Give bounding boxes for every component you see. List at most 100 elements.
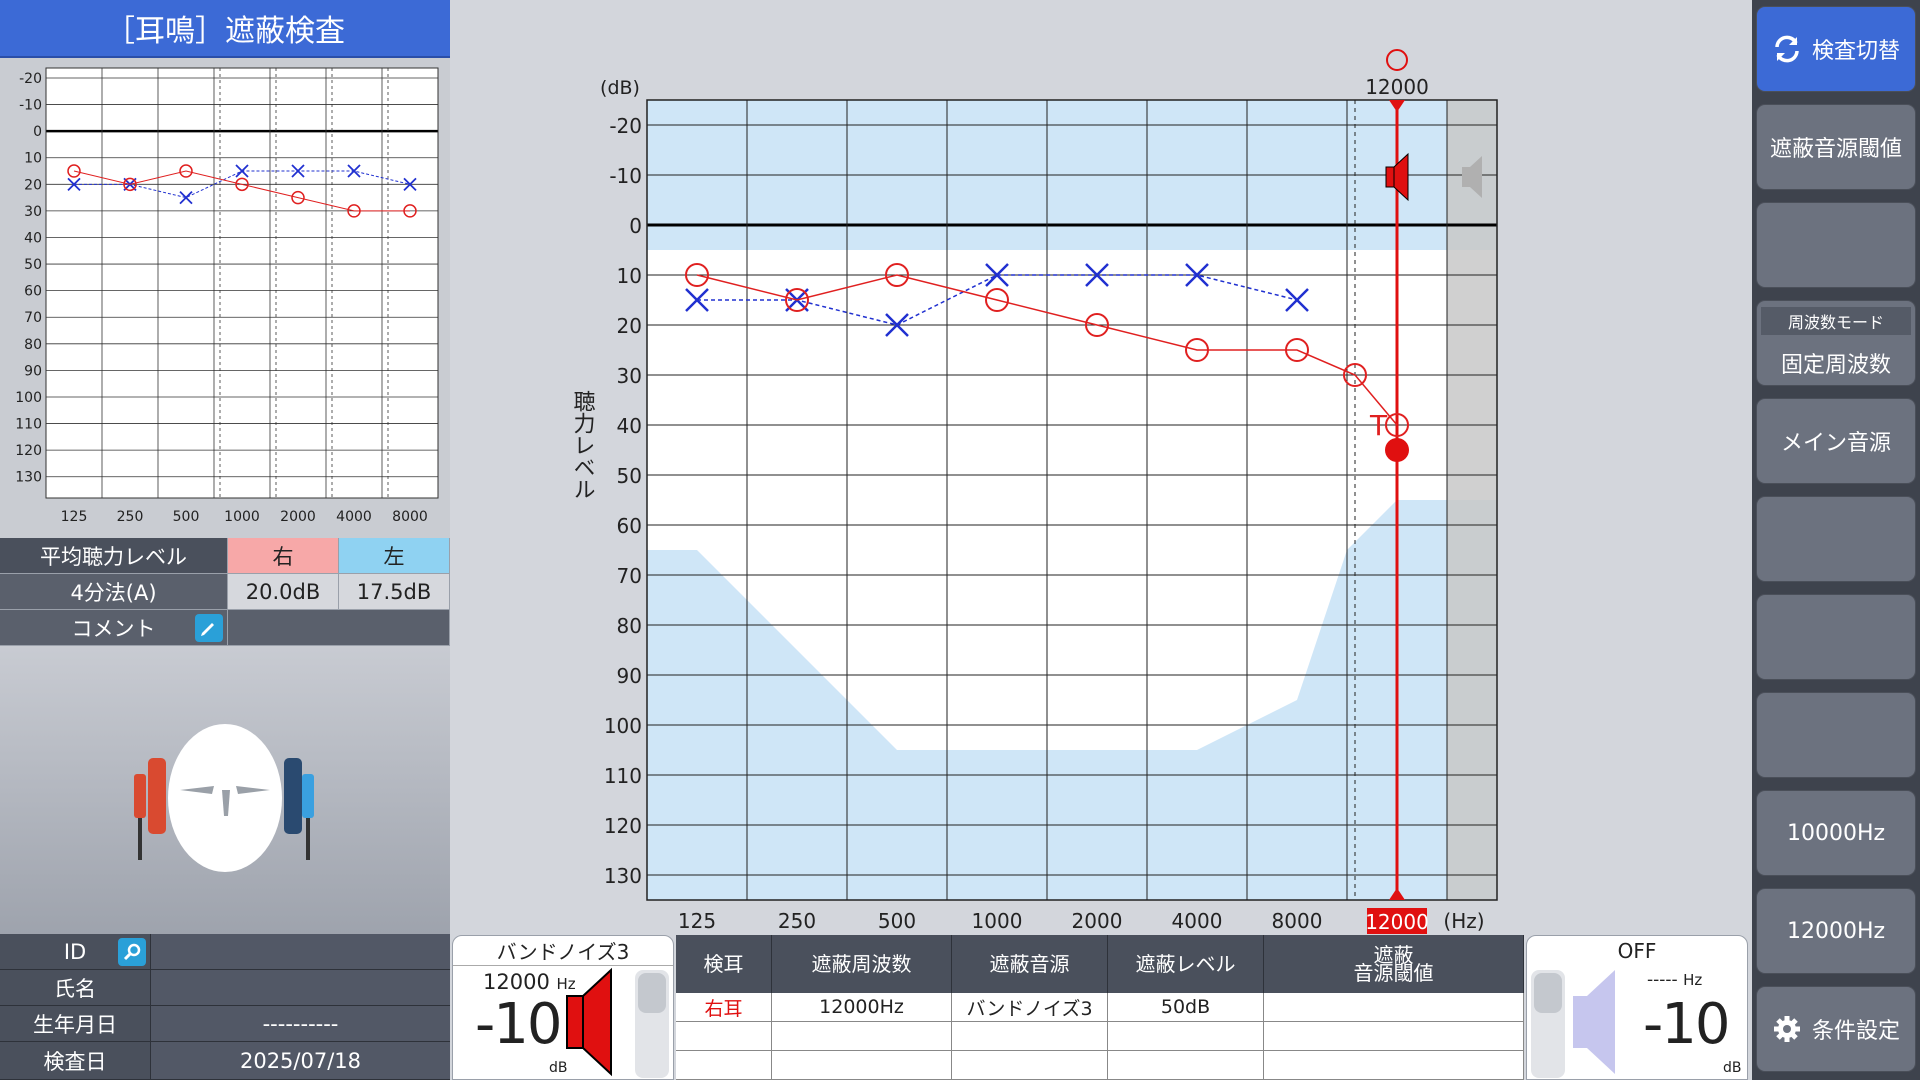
masking-threshold-button[interactable]: 遮蔽音源閾値: [1756, 104, 1916, 190]
y-tick-label: 130: [604, 864, 642, 888]
right-gauge-freq-unit: Hz: [1683, 971, 1703, 989]
main-source-button[interactable]: メイン音源: [1756, 398, 1916, 484]
selected-freq-top-label: 12000: [1365, 75, 1429, 99]
mini-y-tick: 10: [24, 151, 42, 167]
settings-label: 条件設定: [1811, 1019, 1900, 1044]
id-label-cell: ID: [0, 934, 150, 970]
average-left-value: 17.5dB: [339, 574, 450, 610]
table-cell: [1108, 1051, 1264, 1080]
y-unit-label: (dB): [600, 77, 640, 99]
x-tick-label: 250: [778, 909, 816, 933]
right-gauge-title: OFF: [1617, 939, 1657, 963]
mini-x-tick: 500: [173, 509, 200, 525]
speaker-off-icon: [1573, 970, 1615, 1074]
table-cell: [1264, 1051, 1524, 1080]
masking-level-point: [1385, 438, 1409, 462]
birth-value: ----------: [150, 1006, 450, 1042]
x-tick-label: 500: [878, 909, 916, 933]
settings-button[interactable]: 条件設定: [1756, 986, 1916, 1072]
y-tick-label: 40: [617, 414, 642, 438]
mini-y-tick: 80: [24, 337, 42, 353]
y-axis-label: 聴力レベル: [570, 390, 596, 500]
table-cell: [952, 1051, 1108, 1080]
search-icon[interactable]: [118, 938, 146, 966]
table-header: 遮蔽レベル: [1108, 935, 1264, 993]
y-tick-label: 70: [617, 564, 642, 588]
switch-test-button[interactable]: 検査切替: [1756, 6, 1916, 92]
left-masking-gauge[interactable]: バンドノイズ3 12000 Hz -10 dB: [452, 935, 674, 1080]
date-label: 検査日: [0, 1042, 150, 1080]
mini-y-tick: 130: [15, 470, 42, 486]
average-right-value: 20.0dB: [228, 574, 339, 610]
left-gauge-slider[interactable]: [635, 970, 669, 1078]
left-gauge-title: バンドノイズ3: [453, 936, 673, 966]
average-method: 4分法(A): [0, 574, 228, 610]
face-icon: [134, 724, 314, 872]
audiogram-panel: -20 -10 0 10 20 30 40 50 60 70 80 90 100 110 120 130 125…: [452, 0, 1752, 935]
gear-icon: [1773, 1016, 1800, 1042]
comment-field[interactable]: [228, 610, 450, 646]
x-unit-label: (Hz): [1443, 909, 1484, 933]
speaker-body: [1462, 167, 1470, 187]
table-header: 検耳: [676, 935, 772, 993]
table-cell: 12000Hz: [772, 993, 952, 1022]
y-tick-label: 0: [629, 214, 642, 238]
selected-freq-marker: [1386, 49, 1408, 71]
empty-button-2[interactable]: [1756, 496, 1916, 582]
freq-12000-button[interactable]: 12000Hz: [1756, 888, 1916, 974]
mini-y-tick: 30: [24, 204, 42, 220]
x-tick-label: 1000: [972, 909, 1023, 933]
table-cell: [1264, 993, 1524, 1022]
audiogram-chart[interactable]: -20 -10 0 10 20 30 40 50 60 70 80 90 100 110 120 130 125…: [452, 0, 1752, 935]
empty-button-1[interactable]: [1756, 202, 1916, 288]
mini-y-tick: 20: [24, 177, 42, 193]
comment-label: コメント: [71, 616, 156, 641]
right-sidebar: 検査切替 遮蔽音源閾値 周波数モード 固定周波数 メイン音源 10000Hz 1…: [1752, 0, 1920, 1080]
table-header: 遮蔽 音源閾値: [1264, 935, 1524, 993]
x-tick-label: 4000: [1172, 909, 1223, 933]
y-tick-label: 20: [617, 314, 642, 338]
right-gauge-slider[interactable]: [1531, 970, 1565, 1078]
average-header: 平均聴力レベル: [0, 538, 228, 574]
table-cell: [676, 1022, 772, 1051]
mini-y-tick: 0: [33, 124, 42, 140]
slider-thumb[interactable]: [638, 973, 666, 1013]
left-gauge-level: -10: [475, 992, 562, 1057]
mini-x-tick: 125: [61, 509, 88, 525]
table-cell: [952, 1022, 1108, 1051]
x-tick-label: 8000: [1272, 909, 1323, 933]
freq-10000-button[interactable]: 10000Hz: [1756, 790, 1916, 876]
empty-button-4[interactable]: [1756, 692, 1916, 778]
selected-freq-label: 12000: [1365, 910, 1429, 934]
mini-y-tick: 70: [24, 310, 42, 326]
right-masking-gauge[interactable]: OFF ----- Hz -10 dB: [1526, 935, 1748, 1080]
frequency-mode-button[interactable]: 周波数モード 固定周波数: [1756, 300, 1916, 386]
average-right-header: 右: [228, 538, 339, 574]
y-tick-label: -20: [609, 114, 642, 138]
mini-y-tick: 120: [15, 443, 42, 459]
bottom-panel: バンドノイズ3 12000 Hz -10 dB 検耳 遮蔽周波数 遮蔽音源 遮蔽レベル…: [452, 935, 1752, 1080]
mini-audiogram: -20 -10 0 10 20 30 40 50 60 70 80 90 100 110 120 130 125…: [0, 60, 450, 538]
name-value: [150, 970, 450, 1006]
table-cell: [772, 1051, 952, 1080]
y-tick-label: 110: [604, 764, 642, 788]
y-tick-label: 30: [617, 364, 642, 388]
x-tick-label: 2000: [1072, 909, 1123, 933]
empty-button-3[interactable]: [1756, 594, 1916, 680]
patient-info: ID 氏名 生年月日 ---------- 検査日 2025/07/18: [0, 934, 450, 1080]
table-cell: バンドノイズ3: [952, 993, 1108, 1022]
mini-plot-background: [45, 67, 439, 499]
left-gauge-freq: 12000: [483, 970, 550, 994]
speaker-body: [1385, 166, 1395, 188]
mini-audiogram-svg: -20 -10 0 10 20 30 40 50 60 70 80 90 100 110 120 130 125…: [15, 67, 439, 525]
y-tick-label: 10: [617, 264, 642, 288]
y-tick-label: 100: [604, 714, 642, 738]
mini-y-tick: 90: [24, 363, 42, 379]
y-tick-label: -10: [609, 164, 642, 188]
average-left-header: 左: [339, 538, 450, 574]
mini-y-tick: 50: [24, 257, 42, 273]
pencil-icon[interactable]: [195, 614, 223, 642]
slider-thumb[interactable]: [1534, 973, 1562, 1013]
table-cell: 右耳: [676, 993, 772, 1022]
table-header: 遮蔽音源: [952, 935, 1108, 993]
